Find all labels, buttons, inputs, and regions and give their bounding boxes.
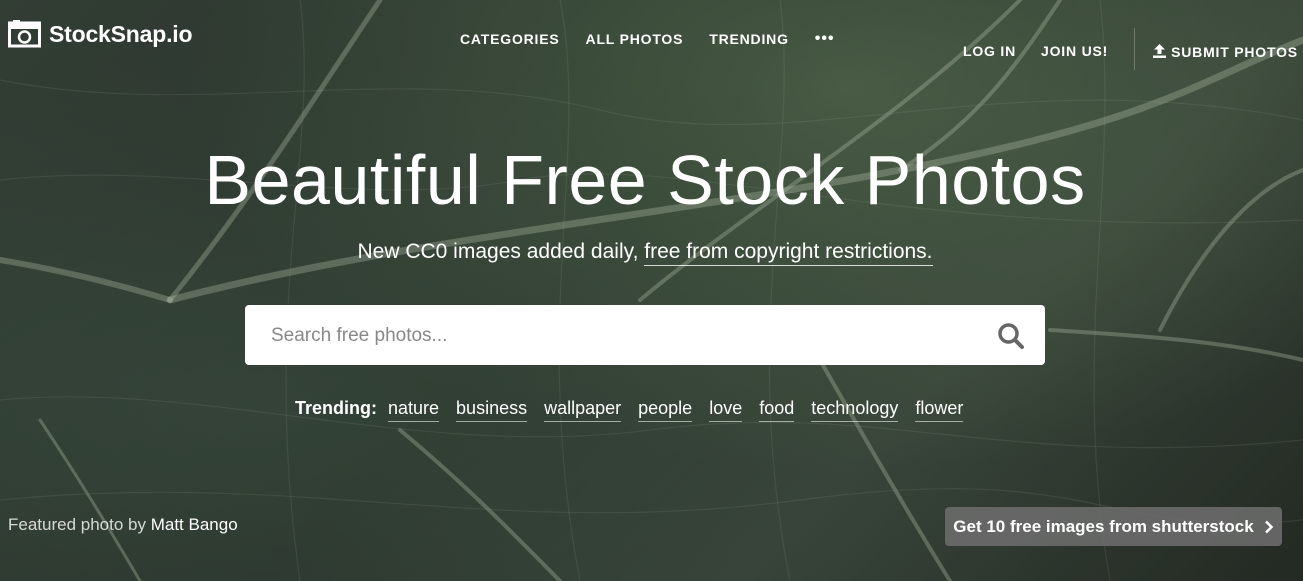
trending-tag-food[interactable]: food <box>759 398 795 422</box>
more-menu-icon[interactable]: ••• <box>815 30 835 48</box>
trending-tag-love[interactable]: love <box>709 398 743 422</box>
nav-join-us[interactable]: JOIN US! <box>1041 43 1108 59</box>
shutterstock-promo-button[interactable]: Get 10 free images from shutterstock <box>945 507 1282 546</box>
credit-author-link[interactable]: Matt Bango <box>151 515 238 534</box>
chevron-right-icon <box>1264 520 1273 533</box>
search-bar <box>245 305 1045 367</box>
main-nav: CATEGORIES ALL PHOTOS TRENDING ••• <box>460 30 835 48</box>
credit-prefix: Featured photo by <box>8 515 151 534</box>
hero-subtitle: New CC0 images added daily, free from co… <box>0 240 1290 266</box>
trending-tag-wallpaper[interactable]: wallpaper <box>544 398 622 422</box>
nav-categories[interactable]: CATEGORIES <box>460 31 560 47</box>
hero-background <box>0 0 1303 581</box>
search-icon[interactable] <box>997 322 1025 350</box>
trending-tag-flower[interactable]: flower <box>915 398 964 422</box>
overlay <box>0 0 1303 581</box>
submit-photos-label: SUBMIT PHOTOS <box>1171 43 1298 60</box>
nav-divider <box>1134 28 1136 70</box>
trending-tag-nature[interactable]: nature <box>388 398 440 422</box>
hero-title: Beautiful Free Stock Photos <box>204 141 1086 219</box>
account-nav: LOG IN JOIN US! SUBMIT PHOTOS <box>963 28 1298 72</box>
trending-tag-business[interactable]: business <box>456 398 528 422</box>
license-link[interactable]: free from copyright restrictions. <box>644 240 933 266</box>
brand-name: StockSnap.io <box>49 20 193 47</box>
search-input[interactable] <box>269 305 973 367</box>
upload-icon <box>1153 43 1167 58</box>
trending-tag-technology[interactable]: technology <box>811 398 899 422</box>
promo-label: Get 10 free images from shutterstock <box>953 516 1254 536</box>
trending-tag-people[interactable]: people <box>638 398 693 422</box>
brand-logo[interactable]: StockSnap.io <box>8 20 192 48</box>
nav-all-photos[interactable]: ALL PHOTOS <box>586 31 684 47</box>
photo-credit: Featured photo by Matt Bango <box>8 515 238 535</box>
camera-icon <box>8 20 41 48</box>
submit-photos-button[interactable]: SUBMIT PHOTOS <box>1153 43 1298 60</box>
nav-log-in[interactable]: LOG IN <box>963 43 1016 59</box>
trending-label: Trending: <box>295 398 377 418</box>
subtitle-text: New CC0 images added daily, <box>357 240 645 263</box>
nav-trending[interactable]: TRENDING <box>709 31 789 47</box>
trending-tags: Trending: nature business wallpaper peop… <box>295 398 964 422</box>
